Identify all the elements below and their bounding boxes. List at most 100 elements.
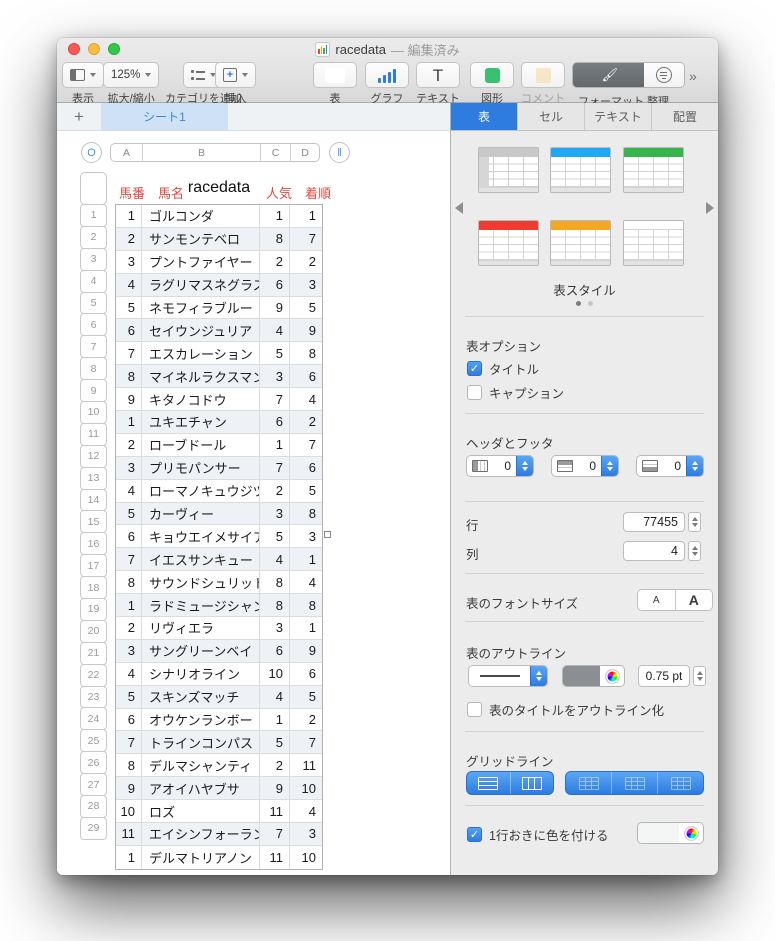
table-cell[interactable]: サングリーンベイ bbox=[142, 639, 260, 662]
table-cell[interactable]: 1 bbox=[260, 205, 290, 227]
row-number[interactable]: 25 bbox=[80, 729, 107, 753]
table-row[interactable]: 2 サンモンテベロ 8 7 bbox=[116, 227, 322, 251]
table-row[interactable]: 9 キタノコドウ 7 4 bbox=[116, 388, 322, 412]
table-cell[interactable]: ユキエチャン bbox=[142, 411, 260, 433]
table-row[interactable]: 2 ローブドール 1 7 bbox=[116, 433, 322, 457]
table-cell[interactable]: 4 bbox=[290, 388, 322, 410]
table-cell[interactable]: 5 bbox=[290, 686, 322, 708]
caption-checkbox[interactable] bbox=[467, 385, 482, 400]
table-cell[interactable]: 4 bbox=[290, 571, 322, 593]
table-cell[interactable]: ラドミュージシャン bbox=[142, 594, 260, 617]
row-number[interactable]: 17 bbox=[80, 554, 107, 578]
table-row[interactable]: 7 エスカレーション 5 8 bbox=[116, 342, 322, 366]
table-cell[interactable]: 9 bbox=[260, 296, 290, 319]
row-number[interactable]: 21 bbox=[80, 641, 107, 665]
stepper-buttons[interactable] bbox=[686, 456, 703, 476]
table-row[interactable]: 8 サウンドシュリット 8 4 bbox=[116, 571, 322, 595]
table-cell[interactable]: 2 bbox=[116, 617, 142, 639]
table-button[interactable]: 表 bbox=[313, 62, 357, 106]
table-cell[interactable]: 6 bbox=[290, 663, 322, 685]
table-cell[interactable]: 4 bbox=[116, 273, 142, 296]
header-rows-stepper[interactable]: 0 bbox=[551, 455, 619, 477]
header-chakujun[interactable]: 着順 bbox=[305, 183, 331, 202]
table-cell[interactable]: 8 bbox=[116, 365, 142, 388]
table-row[interactable]: 3 サングリーンベイ 6 9 bbox=[116, 639, 322, 663]
table-cell[interactable]: 1 bbox=[116, 845, 142, 869]
table-cell[interactable]: 6 bbox=[116, 525, 142, 548]
outline-title-checkbox[interactable] bbox=[467, 702, 482, 717]
table-cell[interactable]: キョウエイメサイア bbox=[142, 525, 260, 548]
table-cell[interactable]: 1 bbox=[290, 205, 322, 227]
table-cell[interactable]: 3 bbox=[116, 250, 142, 273]
outline-style-dropdown[interactable] bbox=[468, 665, 548, 687]
table-cell[interactable]: 5 bbox=[260, 731, 290, 754]
table-cell[interactable]: カーヴィー bbox=[142, 502, 260, 525]
row-number[interactable]: 20 bbox=[80, 619, 107, 643]
stepper-buttons[interactable] bbox=[530, 666, 547, 686]
table-cell[interactable]: 3 bbox=[260, 365, 290, 388]
row-number[interactable]: 10 bbox=[80, 401, 107, 424]
add-sheet-button[interactable]: + bbox=[57, 103, 101, 130]
text-button[interactable]: T テキスト bbox=[416, 62, 460, 106]
row-number[interactable]: 19 bbox=[80, 598, 107, 621]
decrease-font-button[interactable]: A bbox=[638, 590, 676, 610]
row-number[interactable]: 14 bbox=[80, 488, 107, 512]
table-cell[interactable]: 6 bbox=[116, 319, 142, 342]
table-cell[interactable]: ゴルコンダ bbox=[142, 205, 260, 227]
table-cell[interactable]: プリモパンサー bbox=[142, 456, 260, 479]
table-cell[interactable]: デルマシャンティ bbox=[142, 754, 260, 777]
outline-title-row[interactable]: 表のタイトルをアウトライン化 bbox=[467, 700, 664, 719]
column-header-a[interactable]: A bbox=[111, 144, 143, 161]
row-number[interactable]: 3 bbox=[80, 247, 107, 271]
table-cell[interactable]: 3 bbox=[260, 617, 290, 639]
table-cell[interactable]: 5 bbox=[260, 525, 290, 548]
footer-rows-stepper[interactable]: 0 bbox=[636, 455, 704, 477]
table-cell[interactable]: 5 bbox=[290, 297, 322, 319]
table-style-thumbnail[interactable] bbox=[550, 220, 611, 266]
sheet-tab[interactable]: シート1 bbox=[101, 103, 228, 130]
table-cell[interactable]: デルマトリアノン bbox=[142, 845, 260, 869]
table-row[interactable]: 10 ロズ 11 4 bbox=[116, 800, 322, 824]
row-number[interactable]: 5 bbox=[80, 291, 107, 315]
header-umaban[interactable]: 馬番 bbox=[119, 183, 145, 202]
table-cell[interactable]: 2 bbox=[116, 433, 142, 456]
table-cell[interactable]: ラグリマスネグラス bbox=[142, 273, 260, 296]
column-header-b[interactable]: B bbox=[143, 144, 261, 161]
styles-next-icon[interactable] bbox=[706, 202, 714, 214]
table-cell[interactable]: 2 bbox=[290, 411, 322, 433]
table-row[interactable]: 1 ゴルコンダ 1 1 bbox=[116, 205, 322, 228]
add-column-handle[interactable]: ‖ bbox=[329, 142, 350, 163]
table-cell[interactable]: サウンドシュリット bbox=[142, 571, 260, 594]
row-number[interactable]: 24 bbox=[80, 707, 107, 731]
outline-color-well[interactable] bbox=[562, 665, 625, 687]
table-cell[interactable]: スキンズマッチ bbox=[142, 685, 260, 708]
table-row[interactable]: 7 トラインコンパス 5 7 bbox=[116, 731, 322, 755]
table-row[interactable]: 6 キョウエイメサイア 5 3 bbox=[116, 525, 322, 549]
table-cell[interactable]: 7 bbox=[116, 731, 142, 754]
table-cell[interactable]: 7 bbox=[290, 731, 322, 753]
table-cell[interactable]: トラインコンパス bbox=[142, 731, 260, 754]
table-cell[interactable]: 3 bbox=[116, 639, 142, 662]
row-number[interactable]: 9 bbox=[80, 379, 107, 403]
table-cell[interactable]: 6 bbox=[116, 708, 142, 731]
table-cell[interactable]: オウケンランボー bbox=[142, 708, 260, 731]
styles-prev-icon[interactable] bbox=[455, 202, 463, 214]
table-cell[interactable]: 1 bbox=[260, 433, 290, 456]
corner-cell[interactable] bbox=[80, 172, 107, 205]
table-cell[interactable]: 9 bbox=[116, 388, 142, 411]
table-cell[interactable]: 1 bbox=[290, 617, 322, 639]
table-cell[interactable]: 1 bbox=[116, 205, 142, 227]
table-handle[interactable]: O bbox=[81, 142, 102, 163]
organize-button[interactable] bbox=[644, 63, 684, 87]
tab-table[interactable]: 表 bbox=[451, 103, 518, 130]
table-cell[interactable]: 11 bbox=[260, 845, 290, 869]
table-cell[interactable]: 1 bbox=[290, 548, 322, 570]
row-number[interactable]: 12 bbox=[80, 444, 107, 468]
table-row[interactable]: 5 ネモフィラブルー 9 5 bbox=[116, 296, 322, 320]
table-row[interactable]: 5 カーヴィー 3 8 bbox=[116, 502, 322, 526]
table-cell[interactable]: 8 bbox=[116, 754, 142, 777]
table-cell[interactable]: 7 bbox=[260, 456, 290, 479]
row-number[interactable]: 16 bbox=[80, 532, 107, 556]
table-cell[interactable]: 2 bbox=[260, 479, 290, 502]
table-cell[interactable]: 2 bbox=[290, 709, 322, 731]
